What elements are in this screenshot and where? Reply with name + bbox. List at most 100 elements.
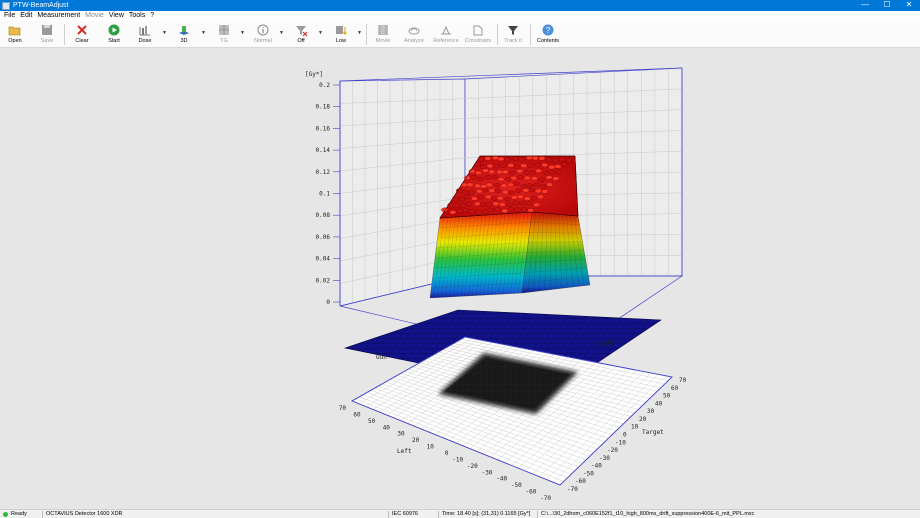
- normal-dropdown-arrow[interactable]: ▼: [279, 30, 284, 36]
- tg-dropdown-arrow[interactable]: ▼: [240, 30, 245, 36]
- menu-tools[interactable]: Tools: [128, 11, 149, 21]
- dose-3d-plot[interactable]: 0.20.180.160.140.120.10.080.060.040.020 …: [0, 48, 920, 509]
- plateau-bump: [500, 183, 508, 188]
- plateau-bump: [496, 195, 504, 201]
- analyze-button[interactable]: Analyze: [401, 23, 427, 47]
- open-label: Open: [8, 38, 22, 44]
- plateau-bump: [486, 163, 494, 169]
- plateau-bump: [487, 207, 495, 213]
- off-dropdown-arrow[interactable]: ▼: [318, 30, 323, 36]
- axis-left-label: Left: [397, 448, 412, 455]
- axis-right-label: Right: [597, 340, 615, 347]
- left-tick-label: 40: [383, 424, 391, 431]
- plateau-bump: [463, 194, 471, 199]
- save-button[interactable]: Save: [36, 23, 58, 47]
- menu-bar: File Edit Measurement Movie View Tools ?: [0, 11, 920, 21]
- left-tick-label: -10: [452, 456, 463, 463]
- dose-dropdown-arrow[interactable]: ▼: [162, 30, 167, 36]
- app-icon: [2, 1, 10, 10]
- plateau-bump: [548, 164, 556, 170]
- maximize-button[interactable]: ☐: [876, 0, 898, 11]
- status-bar: Ready OCTAVIUS Detector 1600 XDR IEC 609…: [0, 509, 920, 518]
- view-3d-button[interactable]: 3D: [173, 23, 195, 47]
- plateau-bump: [558, 157, 566, 162]
- open-button[interactable]: Open: [4, 23, 26, 47]
- plateau-bump: [504, 177, 512, 182]
- menu-help[interactable]: ?: [149, 11, 158, 21]
- plateau-bump: [456, 208, 463, 214]
- dose-label: Dose: [138, 38, 152, 44]
- plateau-bump: [522, 188, 530, 193]
- reference-button[interactable]: Reference: [432, 23, 460, 47]
- plateau-bump: [492, 155, 499, 161]
- plateau-bump: [492, 201, 500, 206]
- crosshairs-icon: [473, 25, 483, 36]
- crosshairs-button[interactable]: Crosshairs: [464, 23, 492, 47]
- clear-label: Clear: [75, 38, 89, 44]
- menu-edit[interactable]: Edit: [19, 11, 36, 21]
- menu-measurement[interactable]: Measurement: [36, 11, 84, 21]
- plateau-bump: [534, 188, 542, 194]
- movie-button[interactable]: Movie: [371, 23, 395, 47]
- plateau-bump: [471, 196, 478, 201]
- plateau-bump: [535, 168, 542, 174]
- contents-button[interactable]: ? Contents: [535, 23, 561, 47]
- axis-target-label: Target: [642, 429, 664, 436]
- z-tick-label: 0.04: [316, 256, 331, 263]
- 3d-surface-icon: [179, 26, 189, 35]
- plateau-bump: [470, 175, 478, 180]
- toolbar-separator: [530, 24, 531, 45]
- plateau-bump: [538, 156, 546, 161]
- tg-button[interactable]: TG: [213, 23, 235, 47]
- plateau-bump: [507, 182, 515, 187]
- toolbar: Open Save Clear Start Dose ▼ 3D ▼ TG ▼ N…: [0, 21, 920, 48]
- left-tick-label: 50: [368, 418, 376, 425]
- plateau-bump: [512, 156, 519, 161]
- z-tick-label: 0.14: [316, 147, 331, 154]
- plateau-bump: [510, 175, 518, 181]
- menu-file[interactable]: File: [3, 11, 19, 21]
- track-it-button[interactable]: Track it: [501, 23, 525, 47]
- plateau-bump: [512, 200, 520, 205]
- off-button[interactable]: Off: [290, 23, 312, 47]
- plateau-bump: [506, 202, 513, 207]
- dose-button[interactable]: Dose: [134, 23, 156, 47]
- low-button[interactable]: Low: [330, 23, 352, 47]
- menu-view[interactable]: View: [108, 11, 128, 21]
- plateau-bump: [523, 175, 531, 181]
- plateau-bump: [465, 201, 473, 206]
- clear-x-icon: [77, 25, 87, 35]
- plateau-bump: [533, 202, 541, 207]
- view-3d-dropdown-arrow[interactable]: ▼: [201, 30, 206, 36]
- plateau-bump: [541, 189, 549, 194]
- left-tick-label: 0: [445, 450, 449, 457]
- plateau-bump: [492, 163, 500, 169]
- plateau-bump: [516, 168, 524, 174]
- start-button[interactable]: Start: [103, 23, 125, 47]
- status-divider: [537, 511, 538, 518]
- minimize-button[interactable]: —: [854, 0, 876, 11]
- left-tick-label: 30: [397, 431, 405, 438]
- left-tick-label: 10: [427, 444, 435, 451]
- clear-button[interactable]: Clear: [71, 23, 93, 47]
- plateau-bump: [488, 169, 495, 175]
- z-axis: 0.2 0.18 0.16 0.14 0.12 0.1 0.08 0.06 0.04 0.02 0: [316, 82, 340, 306]
- plateau-bump: [498, 202, 506, 207]
- plateau-bump: [546, 182, 553, 187]
- plateau-bump: [468, 190, 475, 195]
- plateau-bump: [504, 157, 511, 162]
- plateau-bump: [525, 200, 533, 206]
- menu-movie[interactable]: Movie: [84, 11, 108, 21]
- start-label: Start: [108, 38, 120, 44]
- status-file-path: C:\...\30_2dhom_c060E152f1_t10_high_800m…: [541, 511, 755, 517]
- left-tick-label: 20: [412, 437, 420, 444]
- close-button[interactable]: ✕: [898, 0, 920, 11]
- plateau-bump: [477, 176, 484, 182]
- plateau-bump: [513, 181, 520, 186]
- z-tick-label: 0.06: [316, 234, 331, 241]
- svg-text:?: ?: [546, 26, 551, 35]
- left-tick-label: 60: [353, 411, 361, 418]
- track-it-label: Track it: [504, 38, 522, 44]
- normal-button[interactable]: Normal: [250, 23, 276, 47]
- low-dropdown-arrow[interactable]: ▼: [357, 30, 362, 36]
